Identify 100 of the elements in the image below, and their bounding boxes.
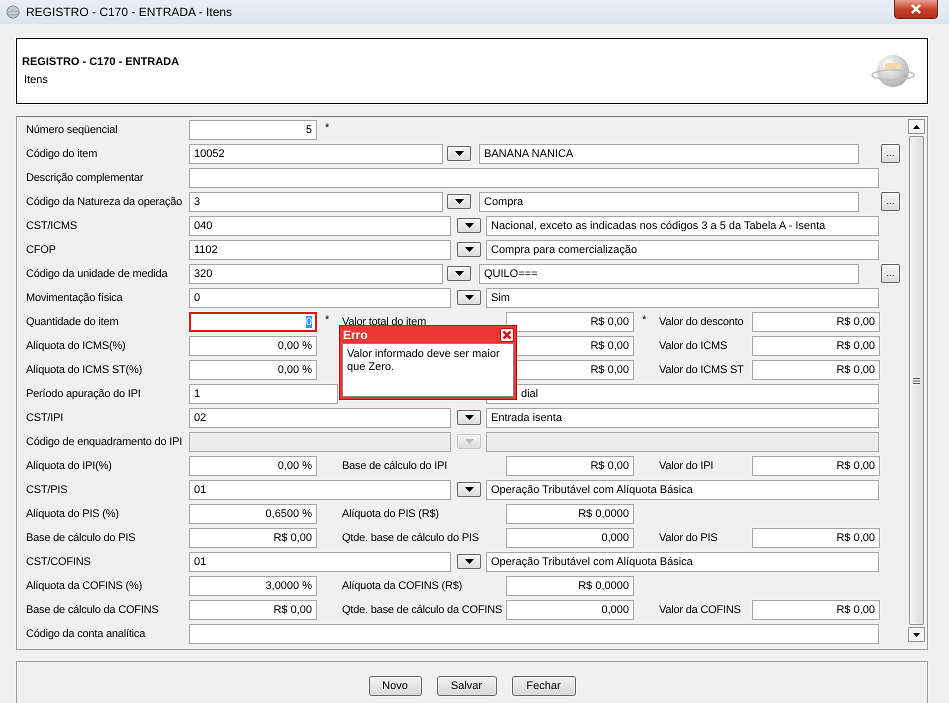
description-field[interactable]: Nacional, exceto as indicadas nos códigos 3 a 5 da Tabela A - Isenta — [486, 216, 879, 236]
globe-icon — [871, 53, 915, 89]
description-field[interactable]: dial — [486, 384, 879, 404]
description-field[interactable]: Compra — [479, 192, 859, 212]
field-label: Período apuração do IPI — [26, 387, 142, 402]
field-label: Código da unidade de medida — [26, 267, 169, 282]
browse-button[interactable]: ... — [881, 144, 900, 163]
field-label: Valor do PIS — [659, 531, 719, 546]
required-mark: * — [324, 313, 330, 328]
scroll-up-button[interactable] — [908, 119, 925, 134]
dropdown-button[interactable] — [457, 242, 481, 257]
caret-icon — [464, 487, 474, 492]
number-field[interactable]: R$ 0,00 — [506, 312, 634, 332]
description-field[interactable]: BANANA NANICA — [479, 144, 859, 164]
field-label: Valor do IPI — [659, 459, 714, 474]
number-field[interactable]: R$ 0,0000 — [506, 504, 634, 524]
field-label: Valor do desconto — [659, 315, 744, 330]
field-label: Alíquota da COFINS (%) — [26, 579, 144, 594]
field-label: Qtde. base de cálculo do PIS — [342, 531, 480, 546]
number-field[interactable]: R$ 0,00 — [752, 312, 880, 332]
code-field[interactable]: 040 — [189, 216, 451, 236]
dropdown-button[interactable] — [447, 194, 471, 209]
number-field[interactable]: R$ 0,00 — [752, 456, 880, 476]
dropdown-button[interactable] — [457, 482, 481, 497]
description-field[interactable]: Sim — [486, 288, 879, 308]
code-field[interactable]: 1102 — [189, 240, 451, 260]
number-field[interactable]: R$ 0,00 — [189, 600, 317, 620]
close-button[interactable] — [894, 0, 938, 19]
field-label: Código da conta analítica — [26, 627, 146, 642]
field-label: CST/PIS — [26, 483, 68, 498]
dropdown-button[interactable] — [447, 146, 471, 161]
field-label: Valor do ICMS ST — [659, 363, 745, 378]
number-field[interactable]: 0,00 % — [189, 360, 317, 380]
caret-icon — [464, 559, 474, 564]
scroll-down-button[interactable] — [908, 627, 925, 642]
dropdown-button[interactable] — [457, 218, 481, 233]
text-field[interactable] — [189, 624, 879, 644]
number-field[interactable]: 5 — [189, 120, 317, 140]
number-field[interactable]: 0,000 — [506, 528, 634, 548]
scroll-thumb[interactable] — [909, 136, 924, 625]
code-field[interactable]: 3 — [189, 192, 443, 212]
code-field[interactable]: 01 — [189, 480, 451, 500]
description-field[interactable]: Entrada isenta — [486, 408, 879, 428]
field-label: Código da Natureza da operação — [26, 195, 184, 210]
code-field[interactable]: 02 — [189, 408, 451, 428]
code-field[interactable]: 01 — [189, 552, 451, 572]
field-label: Base de cálculo da COFINS — [26, 603, 160, 618]
field-label: Movimentação física — [26, 291, 124, 306]
grip-icon — [913, 378, 920, 384]
browse-button[interactable]: ... — [881, 264, 900, 283]
description-field[interactable]: QUILO=== — [479, 264, 859, 284]
field-label: CST/ICMS — [26, 219, 78, 234]
number-field[interactable]: R$ 0,00 — [752, 360, 880, 380]
dropdown-button[interactable] — [447, 266, 471, 281]
dialog-button[interactable]: Salvar — [436, 676, 496, 696]
required-mark: * — [641, 313, 648, 328]
number-field[interactable]: R$ 0,00 — [752, 528, 880, 548]
code-field[interactable]: 0 — [189, 288, 451, 308]
field-label: Valor do ICMS — [659, 339, 728, 354]
number-field[interactable]: R$ 0,00 — [506, 456, 634, 476]
field-label: CST/IPI — [26, 411, 64, 426]
dropdown-button[interactable] — [457, 290, 481, 305]
number-field[interactable]: R$ 0,00 — [189, 528, 317, 548]
number-field[interactable]: R$ 0,00 — [752, 336, 880, 356]
close-button[interactable] — [500, 328, 514, 342]
required-mark: * — [324, 121, 330, 136]
code-field[interactable]: 1 — [189, 384, 338, 404]
code-field[interactable]: 10052 — [189, 144, 443, 164]
number-field[interactable]: R$ 0,00 — [752, 600, 880, 620]
browse-button[interactable]: ... — [881, 192, 900, 211]
description-field[interactable]: Operação Tributável com Alíquota Básica — [486, 552, 879, 572]
number-field[interactable]: 0,00 % — [189, 456, 317, 476]
dropdown-button[interactable] — [457, 410, 481, 425]
field-label: Alíquota do PIS (%) — [26, 507, 120, 522]
close-icon — [910, 4, 922, 14]
up-arrow-icon — [913, 124, 920, 128]
number-field[interactable]: 0,000 — [506, 600, 634, 620]
caret-icon — [454, 151, 464, 156]
dropdown-button[interactable] — [457, 554, 481, 569]
popup-title: Erro — [342, 328, 368, 342]
number-field[interactable]: 0,00 % — [189, 336, 317, 356]
app-icon — [6, 5, 20, 19]
field-label: Qtde. base de cálculo da COFINS — [342, 603, 504, 618]
text-field[interactable] — [189, 168, 879, 188]
code-field[interactable]: 320 — [189, 264, 443, 284]
field-label: Quantidade do item — [26, 315, 120, 330]
number-field[interactable]: R$ 0,0000 — [506, 576, 634, 596]
window-title: REGISTRO - C170 - ENTRADA - Itens — [26, 5, 234, 19]
caret-icon — [464, 295, 474, 300]
number-field[interactable]: 0,6500 % — [189, 504, 317, 524]
dialog-button[interactable]: Fechar — [512, 676, 576, 696]
caret-icon — [454, 271, 464, 276]
description-field[interactable]: Operação Tributável com Alíquota Básica — [486, 480, 879, 500]
down-arrow-icon — [913, 632, 920, 636]
dialog-button[interactable]: Novo — [368, 676, 422, 696]
field-label: Alíquota do IPI(%) — [26, 459, 113, 474]
number-field[interactable]: 3,0000 % — [189, 576, 317, 596]
field-label: CST/COFINS — [26, 555, 92, 570]
description-field[interactable]: Compra para comercialização — [486, 240, 879, 260]
header-subtitle: Itens — [24, 74, 49, 86]
